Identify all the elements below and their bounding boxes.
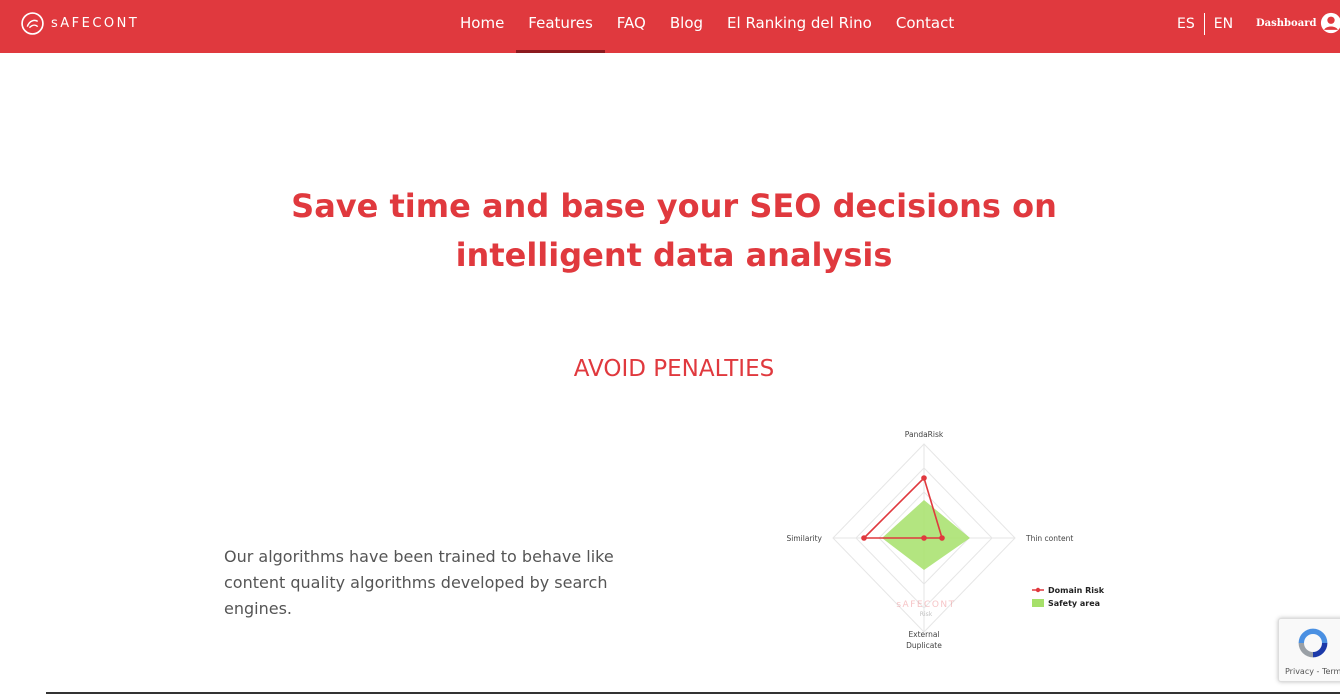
language-switcher: ES EN	[1168, 0, 1242, 47]
radar-watermark-sub: Risk	[920, 611, 933, 618]
radar-chart: PandaRisk Thin content Similarity Extern…	[787, 430, 1105, 650]
top-navbar: sAFECONT Home Features FAQ Blog El Ranki…	[0, 0, 1340, 53]
risk-point-thin-content	[939, 535, 945, 541]
hero-heading: Save time and base your SEO decisions on…	[250, 182, 1098, 280]
main-nav: Home Features FAQ Blog El Ranking del Ri…	[448, 0, 966, 53]
logo[interactable]: sAFECONT	[20, 11, 139, 36]
risk-point-pandarisk	[921, 475, 927, 481]
legend-safety-area: Safety area	[1048, 599, 1100, 608]
risk-point-external-duplicate	[921, 535, 927, 541]
safecont-logo-icon	[21, 12, 44, 35]
recaptcha-icon	[1298, 628, 1328, 658]
axis-label-thin-content: Thin content	[1025, 534, 1073, 543]
lang-en[interactable]: EN	[1205, 16, 1242, 32]
legend-domain-risk: Domain Risk	[1048, 586, 1105, 595]
recaptcha-badge[interactable]: Privacy - Terms	[1278, 618, 1340, 682]
legend-safety-area-swatch	[1032, 599, 1044, 607]
user-icon	[1321, 12, 1340, 34]
axis-label-pandarisk: PandaRisk	[905, 430, 944, 439]
safety-area-shape	[882, 500, 970, 570]
hero-line-2: intelligent data analysis	[455, 236, 893, 274]
radar-watermark: sAFECONT	[896, 600, 955, 610]
nav-features[interactable]: Features	[516, 0, 605, 53]
nav-contact[interactable]: Contact	[884, 0, 966, 53]
dashboard-label: Dashboard	[1256, 17, 1317, 29]
nav-faq[interactable]: FAQ	[605, 0, 658, 53]
nav-home[interactable]: Home	[448, 0, 516, 53]
logo-text: sAFECONT	[51, 16, 140, 31]
dashboard-link[interactable]: Dashboard	[1256, 12, 1340, 34]
risk-point-similarity	[861, 535, 867, 541]
axis-label-external-duplicate: External Duplicate	[906, 630, 942, 650]
nav-ranking[interactable]: El Ranking del Rino	[715, 0, 884, 53]
nav-blog[interactable]: Blog	[658, 0, 715, 53]
radar-legend: Domain Risk Safety area	[1032, 586, 1105, 608]
section-title: AVOID PENALTIES	[573, 356, 775, 382]
legend-domain-risk-marker	[1035, 587, 1041, 593]
hero-line-1: Save time and base your SEO decisions on	[291, 187, 1057, 225]
recaptcha-links[interactable]: Privacy - Terms	[1285, 667, 1340, 676]
section-description: Our algorithms have been trained to beha…	[224, 547, 614, 618]
axis-label-similarity: Similarity	[787, 534, 823, 543]
lang-es[interactable]: ES	[1168, 16, 1204, 32]
